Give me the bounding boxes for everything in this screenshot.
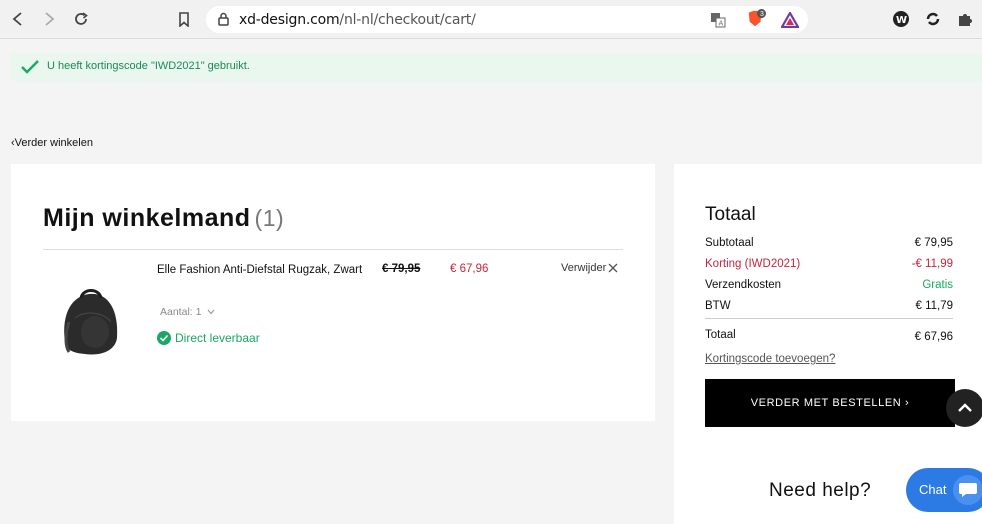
sync-extension-icon[interactable]: [923, 9, 943, 29]
checkout-button[interactable]: VERDER MET BESTELLEN ›: [705, 379, 955, 427]
brave-rewards-icon[interactable]: [780, 10, 800, 30]
vat-row: BTW € 11,79: [705, 300, 953, 312]
notice-text: U heeft kortingscode "IWD2021" gebruikt.: [47, 60, 250, 72]
subtotal-value: € 79,95: [914, 237, 953, 249]
chat-label: Chat: [919, 482, 947, 497]
brave-badge: 3: [760, 11, 764, 18]
summary-title: Totaal: [705, 204, 756, 225]
stock-status: Direct leverbaar: [157, 331, 260, 345]
url-path: /nl-nl/checkout/cart/: [339, 12, 476, 28]
cart-title-text: Mijn winkelmand: [43, 204, 251, 232]
product-image[interactable]: [55, 282, 127, 360]
shipping-value: Gratis: [922, 279, 953, 291]
remove-label: Verwijder: [561, 262, 607, 274]
subtotal-label: Subtotaal: [705, 237, 754, 249]
checkmark-icon: [21, 60, 39, 74]
divider: [43, 249, 623, 250]
chevron-up-icon: [958, 403, 972, 412]
continue-shopping-link[interactable]: ‹Verder winkelen: [11, 137, 93, 149]
stock-label: Direct leverbaar: [175, 331, 260, 345]
remove-item-button[interactable]: Verwijder: [561, 262, 618, 274]
bookmark-icon[interactable]: [173, 8, 195, 30]
url-text: xd-design.com/nl-nl/checkout/cart/: [239, 12, 476, 28]
browser-toolbar: xd-design.com/nl-nl/checkout/cart/ A 3 W: [0, 0, 982, 39]
product-name-link[interactable]: Elle Fashion Anti-Diefstal Rugzak, Zwart: [157, 262, 377, 278]
total-row: Totaal € 67,96: [705, 329, 953, 343]
translate-icon[interactable]: A: [708, 10, 728, 30]
cart-panel: Mijn winkelmand (1) Elle Fashion Anti-Die…: [11, 164, 655, 421]
discount-value: -€ 11,99: [911, 258, 953, 270]
cart-title: Mijn winkelmand (1): [43, 204, 284, 233]
close-icon: [608, 263, 618, 273]
vat-label: BTW: [705, 300, 731, 312]
url-host: xd-design.com: [239, 12, 340, 28]
shipping-row: Verzendkosten Gratis: [705, 279, 953, 291]
wappalyzer-extension-icon[interactable]: W: [891, 9, 911, 29]
chat-bubble-icon: [953, 475, 982, 505]
back-arrow-icon[interactable]: [7, 8, 29, 30]
lock-icon: [218, 12, 229, 31]
discount-label: Korting (IWD2021): [705, 258, 801, 270]
product-old-price: € 79,95: [382, 263, 421, 275]
chat-button[interactable]: Chat: [906, 468, 982, 512]
scroll-to-top-button[interactable]: [946, 389, 982, 427]
cart-item-count: (1): [254, 205, 285, 231]
svg-text:A: A: [719, 20, 724, 28]
forward-arrow-icon[interactable]: [38, 8, 60, 30]
total-value: € 67,96: [914, 331, 953, 343]
reload-icon[interactable]: [70, 8, 92, 30]
product-new-price: € 67,96: [450, 263, 489, 275]
quantity-select[interactable]: Aantal: 1: [160, 306, 215, 318]
svg-text:W: W: [896, 15, 907, 26]
chevron-down-icon: [207, 309, 215, 315]
check-circle-icon: [157, 331, 171, 345]
address-bar[interactable]: xd-design.com/nl-nl/checkout/cart/ A 3: [206, 6, 808, 33]
add-coupon-link[interactable]: Kortingscode toevoegen?: [705, 353, 835, 365]
quantity-label: Aantal: 1: [160, 306, 202, 318]
need-help-text: Need help?: [769, 480, 872, 501]
puzzle-extensions-icon[interactable]: [955, 9, 975, 29]
divider: [705, 318, 953, 319]
vat-value: € 11,79: [915, 300, 953, 312]
total-label: Totaal: [705, 329, 736, 341]
subtotal-row: Subtotaal € 79,95: [705, 237, 953, 249]
discount-row: Korting (IWD2021) -€ 11,99: [705, 258, 953, 270]
shipping-label: Verzendkosten: [705, 279, 782, 291]
coupon-applied-notice: U heeft kortingscode "IWD2021" gebruikt.: [10, 53, 982, 81]
